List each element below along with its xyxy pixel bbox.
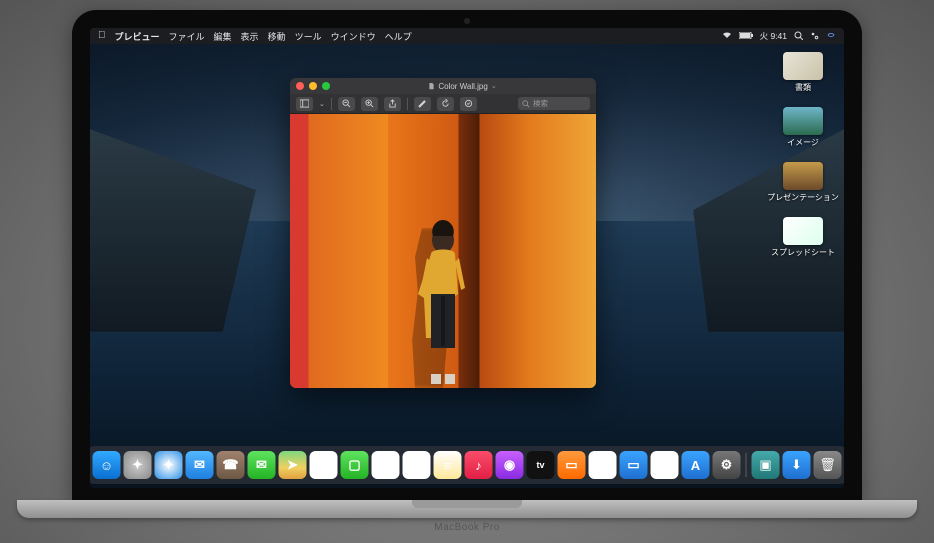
zoom-in-button[interactable] (361, 97, 378, 111)
stack-thumb-icon (783, 162, 823, 190)
dock-preview-running[interactable]: ▣ (752, 451, 780, 479)
document-icon (428, 83, 435, 90)
rotate-button[interactable] (437, 97, 454, 111)
share-button[interactable] (384, 97, 401, 111)
dock-pages[interactable]: ✎ (651, 451, 679, 479)
traffic-light-zoom[interactable] (322, 82, 330, 90)
menubar-app-name[interactable]: プレビュー (115, 30, 160, 43)
spotlight-icon[interactable] (794, 31, 803, 42)
dock-calendar[interactable]: 10 (372, 451, 400, 479)
battery-icon[interactable] (739, 31, 753, 41)
menu-help[interactable]: ヘルプ (385, 30, 412, 43)
traffic-light-minimize[interactable] (309, 82, 317, 90)
dock-books[interactable]: ▭ (558, 451, 586, 479)
stack-thumb-icon (783, 52, 823, 80)
sidebar-toggle-button[interactable] (296, 97, 313, 111)
dock-system-preferences[interactable]: ⚙ (713, 451, 741, 479)
dock-keynote[interactable]: ▭ (620, 451, 648, 479)
traffic-light-close[interactable] (296, 82, 304, 90)
siri-icon[interactable] (826, 30, 836, 42)
stack-label: スプレッドシート (771, 247, 835, 258)
toolbar-search[interactable]: 検索 (518, 97, 590, 110)
laptop-frame: MacBook Pro  プレビュー ファイル 編集 表示 移動 ツール ウイ… (72, 10, 862, 505)
laptop-hinge (17, 500, 917, 518)
wifi-icon[interactable] (722, 31, 732, 41)
control-center-icon[interactable] (810, 31, 819, 42)
window-title: Color Wall.jpg ⌄ (335, 82, 590, 91)
zoom-out-button[interactable] (338, 97, 355, 111)
highlight-button[interactable] (414, 97, 431, 111)
dock-messages[interactable]: ✉ (248, 451, 276, 479)
stack-thumb-icon (783, 217, 823, 245)
preview-toolbar: ⌄ 検索 (290, 94, 596, 114)
dock-numbers[interactable]: ▮ (589, 451, 617, 479)
menu-tools[interactable]: ツール (295, 30, 322, 43)
preview-image-content[interactable] (290, 114, 596, 388)
toolbar-divider (331, 98, 332, 110)
menubar-clock[interactable]: 火 9:41 (760, 30, 787, 42)
hinge-notch (412, 500, 522, 508)
markup-button[interactable] (460, 97, 477, 111)
device-brand-label: MacBook Pro (434, 522, 500, 533)
window-title-text: Color Wall.jpg (438, 82, 488, 91)
dock-tv[interactable]: tv (527, 451, 555, 479)
dock-appstore[interactable]: A (682, 451, 710, 479)
menubar-status-area: 火 9:41 (722, 30, 836, 42)
search-icon (522, 100, 530, 108)
stack-label: プレゼンテーション (767, 192, 839, 203)
dock-notes[interactable]: ≡ (434, 451, 462, 479)
menu-go[interactable]: 移動 (268, 30, 286, 43)
dock-mail[interactable]: ✉ (186, 451, 214, 479)
desktop-stack-docs[interactable]: 書類 (783, 52, 823, 93)
person-figure (403, 218, 483, 388)
apple-menu-icon[interactable]:  (98, 31, 106, 41)
dock-podcasts[interactable]: ◉ (496, 451, 524, 479)
desktop-stacks: 書類イメージプレゼンテーションスプレッドシート (768, 52, 838, 258)
menubar:  プレビュー ファイル 編集 表示 移動 ツール ウインドウ ヘルプ 火 9:… (90, 28, 844, 44)
dock-facetime[interactable]: ▢ (341, 451, 369, 479)
desktop-screen:  プレビュー ファイル 編集 表示 移動 ツール ウインドウ ヘルプ 火 9:… (90, 28, 844, 488)
desktop-stack-sheet[interactable]: スプレッドシート (771, 217, 835, 258)
dock: ☺✦✦✉☎✉➤✿▢10≡≡♪◉tv▭▮▭✎A⚙▣⬇🗑 (90, 446, 844, 484)
menu-window[interactable]: ウインドウ (331, 30, 376, 43)
stack-label: 書類 (795, 82, 811, 93)
dock-safari[interactable]: ✦ (155, 451, 183, 479)
stack-label: イメージ (787, 137, 819, 148)
desktop-stack-pres[interactable]: プレゼンテーション (767, 162, 839, 203)
dock-divider (746, 453, 747, 477)
dock-trash[interactable]: 🗑 (814, 451, 842, 479)
chevron-down-icon[interactable]: ⌄ (491, 82, 497, 90)
dock-photos[interactable]: ✿ (310, 451, 338, 479)
menu-file[interactable]: ファイル (169, 30, 205, 43)
desktop-stack-img[interactable]: イメージ (783, 107, 823, 148)
dock-downloads[interactable]: ⬇ (783, 451, 811, 479)
stack-thumb-icon (783, 107, 823, 135)
window-titlebar[interactable]: Color Wall.jpg ⌄ (290, 78, 596, 94)
dock-maps[interactable]: ➤ (279, 451, 307, 479)
search-placeholder: 検索 (533, 98, 548, 109)
chevron-down-icon[interactable]: ⌄ (319, 100, 325, 108)
menu-view[interactable]: 表示 (241, 30, 259, 43)
preview-window[interactable]: Color Wall.jpg ⌄ ⌄ 検索 (290, 78, 596, 388)
dock-launchpad[interactable]: ✦ (124, 451, 152, 479)
toolbar-divider (407, 98, 408, 110)
dock-music[interactable]: ♪ (465, 451, 493, 479)
dock-reminders[interactable]: ≡ (403, 451, 431, 479)
menu-edit[interactable]: 編集 (214, 30, 232, 43)
dock-finder[interactable]: ☺ (93, 451, 121, 479)
dock-contacts[interactable]: ☎ (217, 451, 245, 479)
